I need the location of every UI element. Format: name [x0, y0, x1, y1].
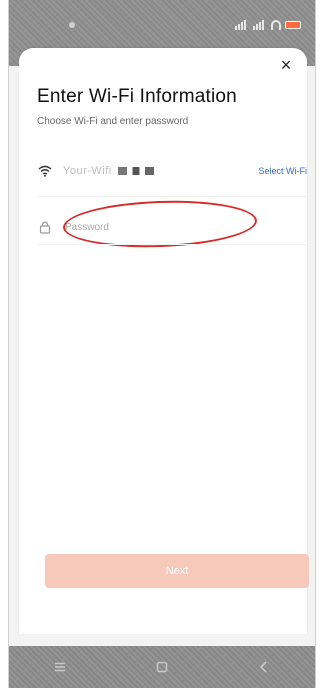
divider: [37, 244, 307, 245]
wifi-status-icon: [271, 20, 281, 30]
phone-frame: × Enter Wi-Fi Information Choose Wi-Fi a…: [8, 0, 316, 688]
system-navigation-bar: [9, 646, 315, 688]
status-icons: [235, 20, 301, 30]
password-input[interactable]: [63, 220, 257, 234]
ssid-text: Your-Wifi: [63, 165, 258, 177]
wifi-row[interactable]: Your-Wifi Select Wi-Fi: [37, 154, 307, 188]
page-title: Enter Wi-Fi Information: [37, 86, 237, 107]
wifi-info-sheet: × Enter Wi-Fi Information Choose Wi-Fi a…: [19, 48, 309, 634]
ssid-value: Your-Wifi: [63, 165, 112, 177]
signal-icon-2: [253, 20, 267, 30]
ssid-blur: [117, 167, 154, 176]
home-square-icon[interactable]: [150, 655, 174, 679]
select-wifi-link[interactable]: Select Wi-Fi: [258, 166, 307, 176]
password-row[interactable]: [37, 210, 307, 244]
menu-icon[interactable]: [48, 655, 72, 679]
page-subtitle: Choose Wi-Fi and enter password: [37, 116, 189, 127]
close-icon[interactable]: ×: [275, 54, 297, 76]
wifi-icon: [37, 163, 53, 179]
signal-icon: [235, 20, 249, 30]
battery-icon: [285, 21, 301, 29]
lock-icon: [37, 219, 53, 235]
status-dot: [69, 22, 75, 28]
back-chevron-icon[interactable]: [252, 655, 276, 679]
next-button[interactable]: Next: [45, 554, 309, 588]
divider: [37, 196, 307, 197]
